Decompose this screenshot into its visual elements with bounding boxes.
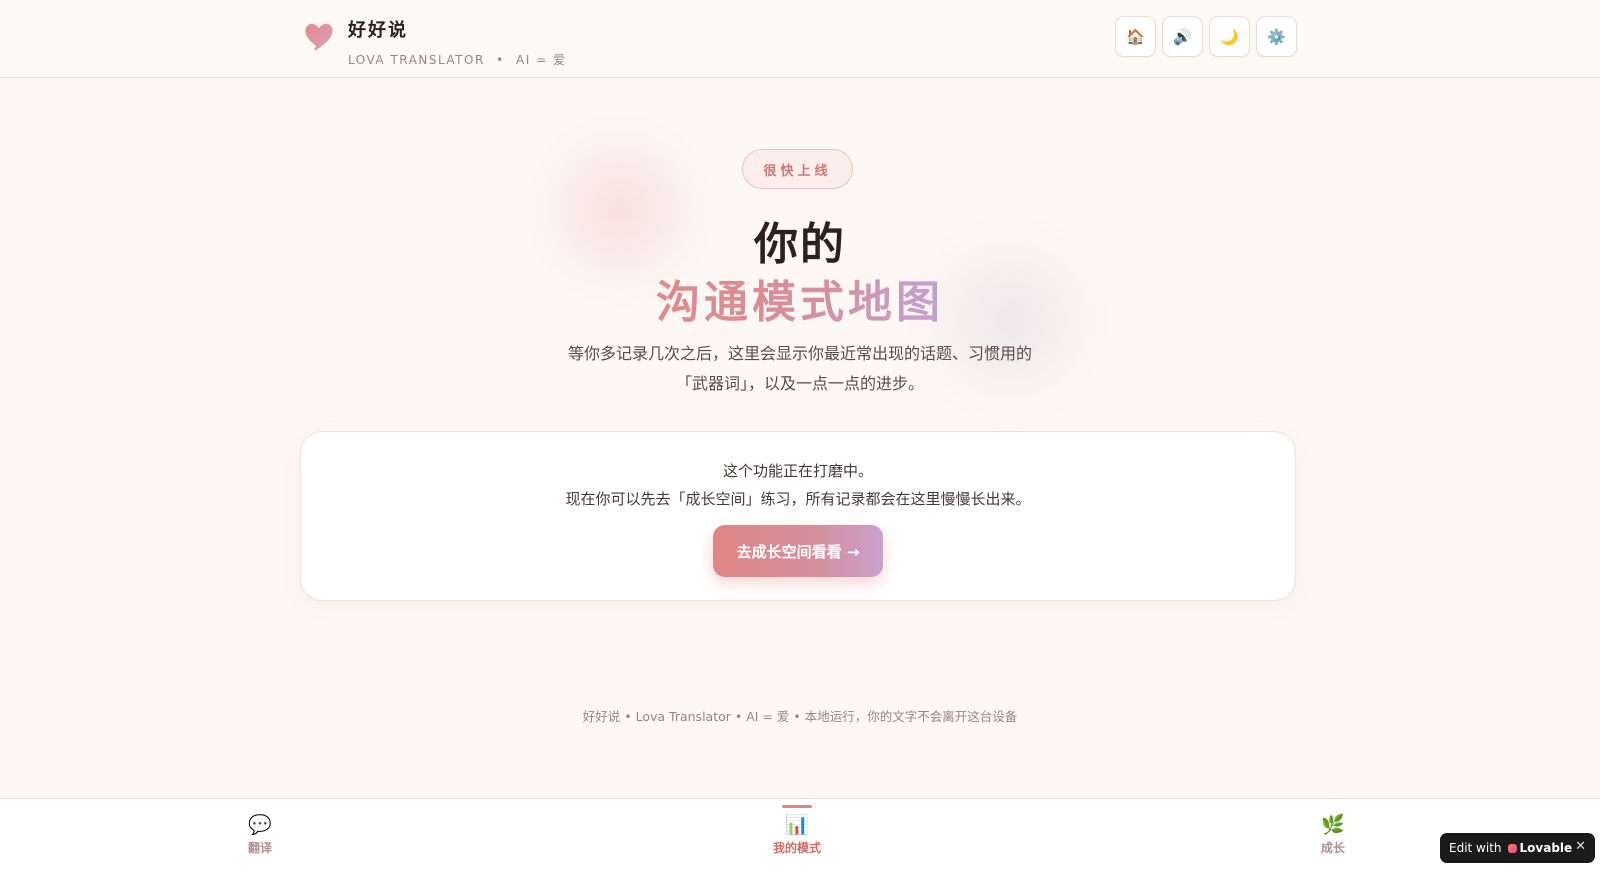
speech-bubble-icon: 💬 — [248, 814, 272, 836]
tab-my-patterns[interactable]: 📊 我的模式 — [752, 813, 842, 856]
close-icon[interactable]: ✕ — [1575, 839, 1586, 854]
card-message-line2: 现在你可以先去「成长空间」练习，所有记录都会在这里慢慢长出来。 — [565, 490, 1031, 508]
hero-description-line1: 等你多记录几次之后，这里会显示你最近常出现的话题、习惯用的 — [567, 344, 1032, 363]
hero-description: 等你多记录几次之后，这里会显示你最近常出现的话题、习惯用的 「武器词」，以及一点… — [0, 339, 1600, 399]
sprout-icon: 🌿 — [1321, 814, 1345, 836]
app-subtitle: LOVA TRANSLATOR • AI = 爱 — [348, 51, 566, 68]
heart-logo-icon — [305, 23, 333, 51]
brand[interactable]: 好好说 LOVA TRANSLATOR • AI = 爱 — [302, 16, 566, 68]
sound-button[interactable]: 🔊 — [1162, 16, 1203, 57]
tab-growth[interactable]: 🌿 成长 — [1288, 813, 1378, 856]
top-header: 好好说 LOVA TRANSLATOR • AI = 爱 🏠 🔊 🌙 ⚙️ — [0, 0, 1600, 78]
hero-title-line2: 沟通模式地图 — [0, 266, 1600, 330]
app-title: 好好说 — [348, 20, 408, 41]
brand-text: 好好说 LOVA TRANSLATOR • AI = 爱 — [348, 16, 566, 68]
dark-mode-button[interactable]: 🌙 — [1209, 16, 1250, 57]
hero-title-line1: 你的 — [754, 219, 846, 270]
hero-title-highlight: 沟通模式地图 — [656, 277, 944, 328]
header-toolbar: 🏠 🔊 🌙 ⚙️ — [1115, 16, 1297, 57]
edit-with-lovable-badge[interactable]: Edit with Lovable ✕ — [1440, 833, 1595, 863]
bottom-nav: 💬 翻译 📊 我的模式 🌿 成长 — [0, 798, 1600, 872]
tab-growth-label: 成长 — [1320, 841, 1345, 855]
lovable-prefix: Edit with — [1449, 841, 1502, 855]
subtitle-product: LOVA TRANSLATOR — [348, 53, 485, 67]
moon-icon: 🌙 — [1220, 28, 1239, 46]
tab-my-patterns-label: 我的模式 — [772, 841, 821, 855]
tab-translate-label: 翻译 — [247, 841, 272, 855]
settings-button[interactable]: ⚙️ — [1256, 16, 1297, 57]
home-icon: 🏠 — [1126, 28, 1145, 46]
coming-soon-badge: 很快上线 — [742, 149, 853, 189]
home-button[interactable]: 🏠 — [1115, 16, 1156, 57]
active-tab-indicator — [782, 805, 812, 808]
subtitle-tagline: AI = 爱 — [516, 53, 567, 67]
subtitle-separator: • — [496, 53, 505, 67]
lovable-brand: Lovable — [1519, 841, 1573, 855]
go-growth-space-button[interactable]: 去成长空间看看 → — [713, 525, 883, 577]
bar-chart-icon: 📊 — [785, 814, 809, 836]
footer-note: 好好说 • Lova Translator • AI = 爱 • 本地运行，你的… — [582, 709, 1018, 724]
gear-icon: ⚙️ — [1267, 28, 1286, 46]
tab-translate[interactable]: 💬 翻译 — [215, 813, 305, 856]
hero-description-line2: 「武器词」，以及一点一点的进步。 — [675, 374, 924, 393]
card-message-line1: 这个功能正在打磨中。 — [722, 462, 873, 480]
info-card: 这个功能正在打磨中。 现在你可以先去「成长空间」练习，所有记录都会在这里慢慢长出… — [300, 431, 1296, 601]
lovable-logo-icon — [1507, 843, 1517, 853]
speaker-icon: 🔊 — [1173, 28, 1192, 46]
